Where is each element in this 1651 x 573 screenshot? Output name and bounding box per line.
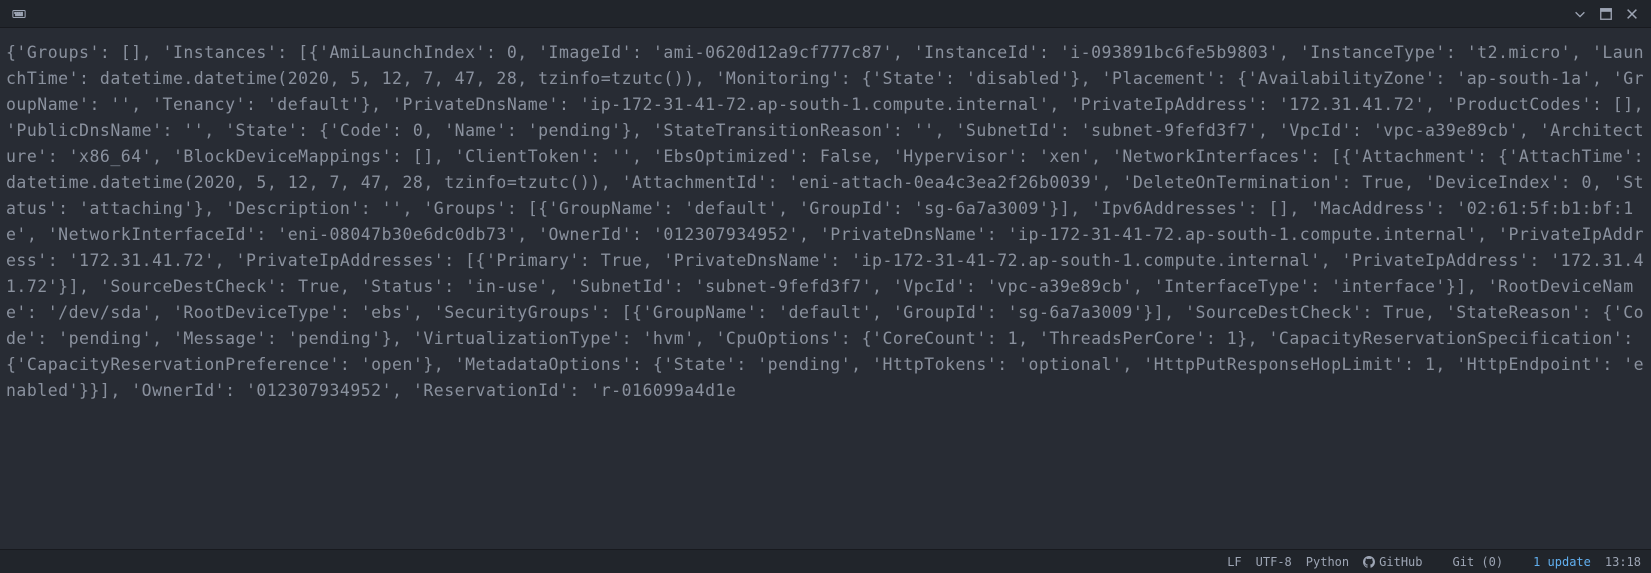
- github-icon: [1363, 556, 1375, 568]
- keyboard-icon[interactable]: [8, 4, 30, 24]
- chevron-down-icon[interactable]: [1569, 4, 1591, 24]
- maximize-icon[interactable]: [1595, 4, 1617, 24]
- status-line-ending[interactable]: LF: [1227, 555, 1241, 569]
- package-icon: [1517, 556, 1529, 568]
- console-output[interactable]: {'Groups': [], 'Instances': [{'AmiLaunch…: [0, 28, 1651, 416]
- update-label: 1 update: [1533, 555, 1591, 569]
- toolbar-left: [8, 4, 30, 24]
- statusbar: LF UTF-8 Python GitHub Git (0) 1 update …: [0, 549, 1651, 573]
- github-label: GitHub: [1379, 555, 1422, 569]
- status-update[interactable]: 1 update: [1517, 555, 1591, 569]
- toolbar: [0, 0, 1651, 28]
- status-encoding[interactable]: UTF-8: [1256, 555, 1292, 569]
- git-label: Git (0): [1453, 555, 1504, 569]
- status-language[interactable]: Python: [1306, 555, 1349, 569]
- git-branch-icon: [1437, 556, 1449, 568]
- status-time: 13:18: [1605, 555, 1641, 569]
- toolbar-right: [1569, 4, 1643, 24]
- close-icon[interactable]: [1621, 4, 1643, 24]
- status-git[interactable]: Git (0): [1437, 555, 1504, 569]
- status-github[interactable]: GitHub: [1363, 555, 1422, 569]
